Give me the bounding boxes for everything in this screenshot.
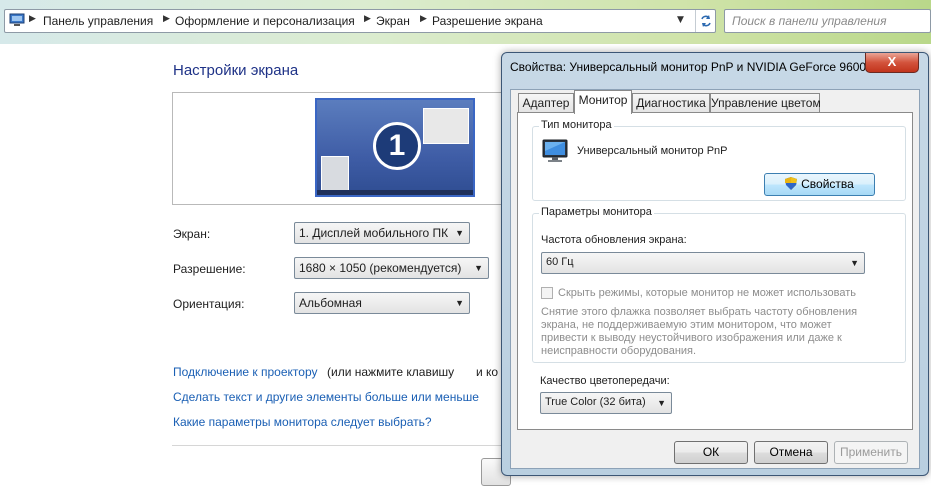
shield-icon [785, 176, 798, 197]
ok-button[interactable]: ОК [674, 441, 748, 464]
chevron-down-icon: ▼ [657, 398, 666, 408]
breadcrumb-separator-icon[interactable]: ▶ [29, 14, 36, 24]
hide-modes-note-line-1: Снятие этого флажка позволяет выбрать ча… [541, 306, 858, 318]
monitor-params-help-link[interactable]: Какие параметры монитора следует выбрать… [173, 415, 432, 429]
dialog-body: Адаптер Монитор Диагностика Управление ц… [510, 89, 920, 469]
refresh-icon [701, 15, 711, 27]
breadcrumb-item-resolution[interactable]: Разрешение экрана [432, 14, 543, 28]
hide-modes-note-line-4: неисправности оборудования. [541, 345, 697, 357]
projector-hint-text: (или нажмите клавишу [327, 365, 455, 379]
monitor-params-group: Параметры монитора Частота обновления эк… [532, 206, 906, 363]
monitor-type-heading: Тип монитора [539, 119, 614, 131]
monitor-1-tile[interactable]: 1 [315, 98, 475, 197]
monitor-preview-sidebar-icon [321, 156, 349, 194]
monitor-name: Универсальный монитор PnP [577, 145, 728, 157]
orientation-select-value: Альбомная [299, 296, 362, 310]
chevron-down-icon: ▼ [850, 258, 859, 268]
search-placeholder: Поиск в панели управления [732, 14, 887, 28]
breadcrumb[interactable]: ▶ Панель управления ▶ Оформление и персо… [4, 9, 716, 33]
monitor-preview-taskbar [317, 190, 473, 195]
control-panel-icon [9, 13, 25, 27]
tab-monitor[interactable]: Монитор [574, 90, 632, 114]
dialog-title: Свойства: Универсальный монитор PnP и NV… [510, 60, 877, 74]
search-input[interactable]: Поиск в панели управления [724, 9, 931, 33]
hide-modes-note-line-2: экрана, не поддерживаемую этим монитором… [541, 319, 832, 331]
tab-color-management[interactable]: Управление цветом [710, 93, 821, 113]
address-bar: ▶ Панель управления ▶ Оформление и персо… [0, 0, 931, 44]
text-size-link[interactable]: Сделать текст и другие элементы больше и… [173, 390, 479, 404]
divider [172, 445, 507, 446]
history-dropdown-icon[interactable]: ▼ [677, 15, 684, 25]
chevron-down-icon: ▼ [455, 228, 464, 238]
breadcrumb-separator-icon[interactable]: ▶ [364, 14, 371, 24]
resolution-label: Разрешение: [173, 262, 246, 276]
hide-modes-note-line-3: привести к выводу неустойчивого изображе… [541, 332, 842, 344]
screen-select-value: 1. Дисплей мобильного ПК [299, 226, 449, 240]
page-title: Настройки экрана [173, 62, 299, 79]
color-quality-label: Качество цветопередачи: [540, 375, 670, 387]
hide-modes-checkbox[interactable] [541, 287, 553, 299]
tab-diagnostics[interactable]: Диагностика [632, 93, 710, 113]
refresh-rate-value: 60 Гц [546, 256, 574, 268]
chevron-down-icon: ▼ [474, 263, 483, 273]
breadcrumb-item-control-panel[interactable]: Панель управления [43, 14, 153, 28]
projector-link[interactable]: Подключение к проектору [173, 365, 318, 379]
breadcrumb-item-display[interactable]: Экран [376, 14, 410, 28]
monitor-params-heading: Параметры монитора [539, 206, 654, 218]
monitor-preview-window-icon [423, 108, 469, 144]
orientation-label: Ориентация: [173, 297, 245, 311]
monitor-properties-button-label: Свойства [801, 177, 854, 191]
screen-select[interactable]: 1. Дисплей мобильного ПК ▼ [294, 222, 470, 244]
breadcrumb-item-appearance[interactable]: Оформление и персонализация [175, 14, 355, 28]
monitor-properties-dialog: Свойства: Универсальный монитор PnP и NV… [501, 52, 929, 476]
refresh-button[interactable] [695, 10, 717, 32]
refresh-rate-select[interactable]: 60 Гц ▼ [541, 252, 865, 274]
refresh-rate-label: Частота обновления экрана: [541, 234, 687, 246]
color-quality-select[interactable]: True Color (32 бита) ▼ [540, 392, 672, 414]
breadcrumb-separator-icon[interactable]: ▶ [420, 14, 427, 24]
screen-label: Экран: [173, 227, 211, 241]
resolution-select[interactable]: 1680 × 1050 (рекомендуется) ▼ [294, 257, 489, 279]
close-button[interactable]: X [865, 53, 919, 73]
hide-modes-label[interactable]: Скрыть режимы, которые монитор не может … [558, 287, 856, 299]
monitor-type-group: Тип монитора Универсальный монитор PnP С… [532, 119, 906, 201]
apply-button[interactable]: Применить [834, 441, 908, 464]
monitor-icon [541, 137, 569, 168]
color-quality-value: True Color (32 бита) [545, 396, 646, 408]
tab-adapter[interactable]: Адаптер [518, 93, 574, 113]
monitor-number-badge: 1 [373, 122, 421, 170]
monitor-tab-panel: Тип монитора Универсальный монитор PnP С… [517, 112, 913, 430]
breadcrumb-separator-icon[interactable]: ▶ [163, 14, 170, 24]
projector-hint-tail: и ко [476, 365, 499, 379]
cancel-button[interactable]: Отмена [754, 441, 828, 464]
monitor-properties-button[interactable]: Свойства [764, 173, 875, 196]
chevron-down-icon: ▼ [455, 298, 464, 308]
resolution-select-value: 1680 × 1050 (рекомендуется) [299, 261, 462, 275]
orientation-select[interactable]: Альбомная ▼ [294, 292, 470, 314]
